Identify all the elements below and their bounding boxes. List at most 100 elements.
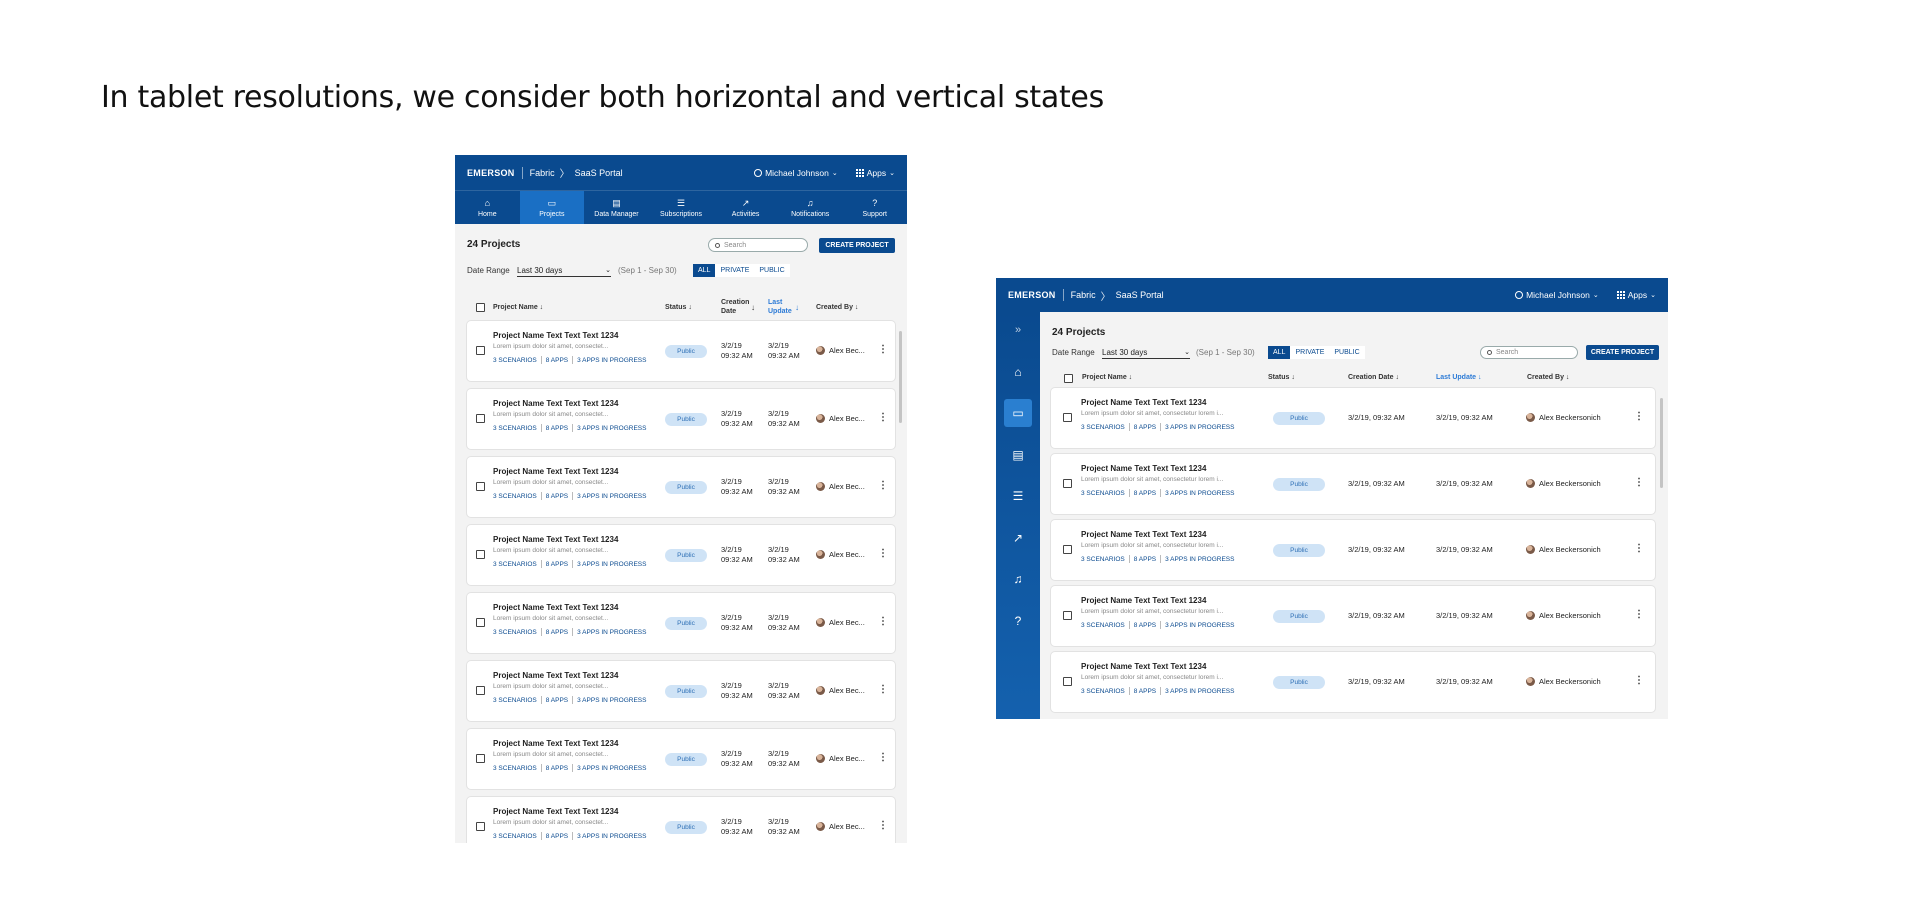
row-checkbox[interactable] [1063, 611, 1072, 620]
apps-in-progress-link[interactable]: 3 APPS IN PROGRESS [577, 561, 646, 568]
more-options-icon[interactable]: ⋮ [878, 684, 888, 695]
apps-in-progress-link[interactable]: 3 APPS IN PROGRESS [577, 833, 646, 840]
row-checkbox[interactable] [1063, 677, 1072, 686]
more-options-icon[interactable]: ⋮ [1634, 675, 1644, 686]
search-input[interactable]: Search [1480, 346, 1578, 359]
row-checkbox[interactable] [476, 482, 485, 491]
select-all-checkbox[interactable] [1064, 374, 1073, 383]
date-range-select[interactable]: Last 30 days ⌄ [1102, 346, 1190, 359]
more-options-icon[interactable]: ⋮ [878, 820, 888, 831]
apps-link[interactable]: 8 APPS [1134, 688, 1156, 695]
emerson-logo[interactable]: EMERSON [1008, 290, 1056, 300]
filter-all[interactable]: ALL [1268, 346, 1291, 359]
apps-link[interactable]: 8 APPS [1134, 490, 1156, 497]
col-creation-date[interactable]: Creation Date ↓ [1348, 374, 1399, 381]
scenarios-link[interactable]: 3 SCENARIOS [493, 357, 537, 364]
row-checkbox[interactable] [476, 414, 485, 423]
col-project-name[interactable]: Project Name ↓ [1082, 374, 1132, 381]
select-all-checkbox[interactable] [476, 303, 485, 312]
more-options-icon[interactable]: ⋮ [878, 344, 888, 355]
scenarios-link[interactable]: 3 SCENARIOS [493, 629, 537, 636]
apps-link[interactable]: 8 APPS [546, 425, 568, 432]
col-status[interactable]: Status ↓ [665, 304, 692, 311]
scenarios-link[interactable]: 3 SCENARIOS [1081, 424, 1125, 431]
apps-link[interactable]: 8 APPS [546, 765, 568, 772]
project-name[interactable]: Project Name Text Text Text 1234 [493, 603, 618, 612]
rail-subscriptions[interactable]: ☰ [1004, 482, 1032, 510]
apps-link[interactable]: 8 APPS [546, 697, 568, 704]
project-row[interactable]: Project Name Text Text Text 1234 Lorem i… [467, 593, 895, 653]
row-checkbox[interactable] [1063, 545, 1072, 554]
rail-projects[interactable]: ▭ [1004, 399, 1032, 427]
scenarios-link[interactable]: 3 SCENARIOS [493, 425, 537, 432]
apps-link[interactable]: 8 APPS [1134, 556, 1156, 563]
row-checkbox[interactable] [476, 686, 485, 695]
row-checkbox[interactable] [476, 618, 485, 627]
apps-in-progress-link[interactable]: 3 APPS IN PROGRESS [577, 629, 646, 636]
project-name[interactable]: Project Name Text Text Text 1234 [1081, 398, 1206, 407]
apps-in-progress-link[interactable]: 3 APPS IN PROGRESS [1165, 622, 1234, 629]
project-row[interactable]: Project Name Text Text Text 1234 Lorem i… [467, 729, 895, 789]
project-name[interactable]: Project Name Text Text Text 1234 [1081, 464, 1206, 473]
create-project-button[interactable]: CREATE PROJECT [819, 238, 895, 253]
nav-home[interactable]: ⌂ Home [455, 191, 520, 224]
breadcrumb-fabric[interactable]: Fabric [530, 168, 555, 178]
apps-menu[interactable]: Apps [867, 168, 886, 178]
scenarios-link[interactable]: 3 SCENARIOS [493, 493, 537, 500]
project-name[interactable]: Project Name Text Text Text 1234 [1081, 662, 1206, 671]
emerson-logo[interactable]: EMERSON [467, 168, 515, 178]
user-menu[interactable]: Michael Johnson [765, 168, 829, 178]
project-name[interactable]: Project Name Text Text Text 1234 [493, 399, 618, 408]
apps-link[interactable]: 8 APPS [546, 561, 568, 568]
project-row[interactable]: Project Name Text Text Text 1234 Lorem i… [1051, 652, 1655, 712]
col-last-update[interactable]: Last Update ↓ [1436, 374, 1482, 381]
apps-link[interactable]: 8 APPS [1134, 622, 1156, 629]
apps-in-progress-link[interactable]: 3 APPS IN PROGRESS [577, 425, 646, 432]
project-name[interactable]: Project Name Text Text Text 1234 [493, 807, 618, 816]
project-name[interactable]: Project Name Text Text Text 1234 [1081, 530, 1206, 539]
project-row[interactable]: Project Name Text Text Text 1234 Lorem i… [467, 525, 895, 585]
filter-all[interactable]: ALL [693, 264, 716, 277]
col-status[interactable]: Status ↓ [1268, 374, 1295, 381]
apps-in-progress-link[interactable]: 3 APPS IN PROGRESS [577, 493, 646, 500]
col-created-by[interactable]: Created By ↓ [816, 304, 858, 311]
scenarios-link[interactable]: 3 SCENARIOS [493, 561, 537, 568]
apps-link[interactable]: 8 APPS [546, 833, 568, 840]
project-row[interactable]: Project Name Text Text Text 1234 Lorem i… [1051, 586, 1655, 646]
expand-rail-icon[interactable]: » [1004, 316, 1032, 344]
project-row[interactable]: Project Name Text Text Text 1234 Lorem i… [1051, 454, 1655, 514]
rail-support[interactable]: ? [1004, 607, 1032, 635]
apps-in-progress-link[interactable]: 3 APPS IN PROGRESS [1165, 424, 1234, 431]
nav-projects[interactable]: ▭ Projects [519, 191, 585, 224]
rail-activities[interactable]: ↗ [1004, 524, 1032, 552]
nav-subscriptions[interactable]: ☰ Subscriptions [649, 191, 714, 224]
more-options-icon[interactable]: ⋮ [878, 548, 888, 559]
project-row[interactable]: Project Name Text Text Text 1234 Lorem i… [1051, 388, 1655, 448]
project-row[interactable]: Project Name Text Text Text 1234 Lorem i… [467, 321, 895, 381]
scenarios-link[interactable]: 3 SCENARIOS [1081, 622, 1125, 629]
project-row[interactable]: Project Name Text Text Text 1234 Lorem i… [467, 797, 895, 843]
more-options-icon[interactable]: ⋮ [878, 616, 888, 627]
nav-data-manager[interactable]: ▤ Data Manager [584, 191, 649, 224]
project-row[interactable]: Project Name Text Text Text 1234 Lorem i… [467, 389, 895, 449]
project-name[interactable]: Project Name Text Text Text 1234 [493, 671, 618, 680]
filter-private[interactable]: PRIVATE [715, 264, 755, 277]
scrollbar[interactable] [1660, 398, 1663, 488]
apps-in-progress-link[interactable]: 3 APPS IN PROGRESS [577, 765, 646, 772]
apps-in-progress-link[interactable]: 3 APPS IN PROGRESS [1165, 556, 1234, 563]
row-checkbox[interactable] [476, 822, 485, 831]
rail-notifications[interactable]: ♫ [1004, 565, 1032, 593]
more-options-icon[interactable]: ⋮ [878, 480, 888, 491]
more-options-icon[interactable]: ⋮ [1634, 543, 1644, 554]
project-row[interactable]: Project Name Text Text Text 1234 Lorem i… [1051, 520, 1655, 580]
scenarios-link[interactable]: 3 SCENARIOS [493, 765, 537, 772]
breadcrumb-saas-portal[interactable]: SaaS Portal [1116, 290, 1164, 300]
col-created-by[interactable]: Created By ↓ [1527, 374, 1569, 381]
project-name[interactable]: Project Name Text Text Text 1234 [493, 739, 618, 748]
apps-in-progress-link[interactable]: 3 APPS IN PROGRESS [1165, 688, 1234, 695]
apps-link[interactable]: 8 APPS [1134, 424, 1156, 431]
col-last-update[interactable]: Last Update [768, 298, 792, 316]
row-checkbox[interactable] [476, 346, 485, 355]
scenarios-link[interactable]: 3 SCENARIOS [1081, 490, 1125, 497]
apps-menu[interactable]: Apps [1628, 290, 1647, 300]
